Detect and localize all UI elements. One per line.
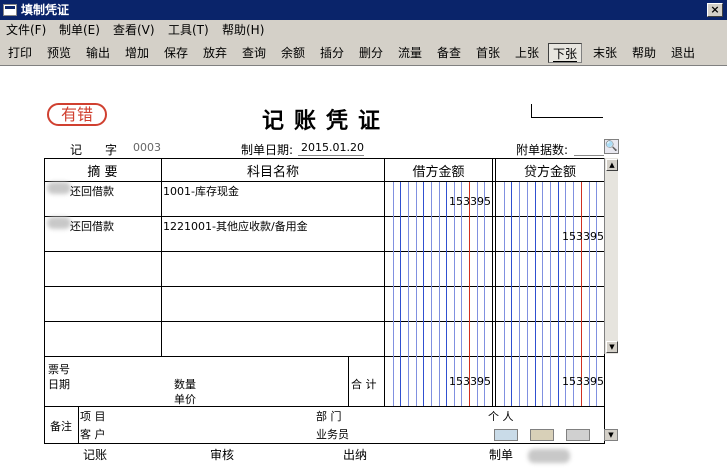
- amount-grid-line: [461, 182, 463, 406]
- cashflow-button[interactable]: 流量: [394, 43, 426, 63]
- scroll-down-icon[interactable]: ▼: [606, 341, 618, 353]
- amount-grid-line: [557, 182, 559, 406]
- row2-credit[interactable]: 153395: [496, 230, 604, 243]
- error-stamp: 有错: [47, 103, 107, 126]
- menu-file[interactable]: 文件(F): [6, 20, 46, 40]
- vertical-scrollbar[interactable]: ▲ ▼: [604, 158, 618, 354]
- delete-entry-button[interactable]: 删分: [355, 43, 387, 63]
- unit-price-label: 单价: [174, 393, 196, 406]
- next-button[interactable]: 下张: [548, 43, 582, 63]
- voucher-number[interactable]: 0003: [133, 141, 161, 154]
- calculator-icon[interactable]: [530, 429, 554, 441]
- redacted-mark: [47, 217, 71, 229]
- amount-grid-line: [392, 182, 394, 406]
- menu-view[interactable]: 查看(V): [113, 20, 155, 40]
- voucher-grid: 摘 要 科目名称 借方金额 贷方金额 还回借款 1001-库存现金 153395…: [44, 156, 620, 444]
- header-credit: 贷方金额: [523, 165, 576, 180]
- save-button[interactable]: 保存: [160, 43, 192, 63]
- customer-label: 客 户: [80, 428, 106, 441]
- menu-voucher[interactable]: 制单(E): [59, 20, 100, 40]
- row2-account[interactable]: 1221001-其他应收款/备用金: [163, 218, 308, 234]
- first-button[interactable]: 首张: [472, 43, 504, 63]
- amount-grid-line: [573, 182, 575, 406]
- amount-grid-line: [438, 182, 440, 406]
- amount-grid-line: [476, 182, 478, 406]
- salesperson-label: 业务员: [316, 428, 349, 441]
- total-label: 合 计: [351, 378, 377, 391]
- window-title: 填制凭证: [21, 3, 70, 17]
- toolbar: 打印 预览 输出 增加 保存 放弃 查询 余额 插分 删分 流量 备查 首张 上…: [0, 40, 727, 66]
- header-account: 科目名称: [246, 165, 299, 180]
- discard-button[interactable]: 放弃: [199, 43, 231, 63]
- amount-grid-line: [519, 182, 521, 406]
- amount-grid-line: [550, 182, 551, 406]
- print-button[interactable]: 打印: [4, 43, 36, 63]
- total-debit: 153395: [449, 375, 491, 388]
- signature-preparer: 制单: [489, 448, 514, 462]
- menu-tools[interactable]: 工具(T): [168, 20, 209, 40]
- scroll-up-icon[interactable]: ▲: [606, 159, 618, 171]
- export-button[interactable]: 输出: [82, 43, 114, 63]
- row2-summary[interactable]: 还回借款: [70, 218, 114, 234]
- amount-grid-line: [588, 182, 590, 406]
- amount-grid-line: [511, 182, 513, 406]
- add-button[interactable]: 增加: [121, 43, 153, 63]
- row1-account[interactable]: 1001-库存现金: [163, 183, 239, 199]
- search-icon[interactable]: 🔍: [604, 139, 619, 154]
- person-label: 个 人: [488, 410, 514, 423]
- preview-button[interactable]: 预览: [43, 43, 75, 63]
- amount-grid-line: [526, 182, 528, 406]
- dropdown-icon[interactable]: ▼: [604, 429, 618, 441]
- amount-grid-line: [423, 182, 425, 406]
- signature-bookkeeping: 记账: [83, 448, 108, 462]
- amount-grid-line: [400, 182, 402, 406]
- card-icon[interactable]: [494, 429, 518, 441]
- app-icon: [3, 4, 17, 16]
- amount-grid-line: [430, 182, 432, 406]
- title-bar: 填制凭证 ×: [0, 0, 727, 20]
- balance-button[interactable]: 余额: [277, 43, 309, 63]
- department-label: 部 门: [316, 410, 342, 423]
- last-button[interactable]: 末张: [589, 43, 621, 63]
- row1-summary[interactable]: 还回借款: [70, 183, 114, 199]
- ticket-date-label: 日期: [48, 378, 70, 391]
- redacted-preparer-name: [528, 449, 570, 463]
- amount-grid-line: [503, 182, 505, 406]
- quantity-label: 数量: [174, 378, 196, 391]
- exit-button[interactable]: 退出: [667, 43, 699, 63]
- amount-grid-line: [484, 182, 486, 406]
- signature-cashier: 出纳: [343, 448, 368, 462]
- amount-grid-line: [542, 182, 544, 406]
- amount-grid-line: [407, 182, 409, 406]
- remarks-label: 备注: [50, 420, 72, 433]
- total-credit: 153395: [562, 375, 604, 388]
- amount-grid-line: [534, 182, 536, 406]
- header-debit: 借方金额: [412, 165, 465, 180]
- amount-grid-line: [453, 182, 455, 406]
- corner-mark: [531, 104, 603, 118]
- row1-debit[interactable]: 153395: [385, 195, 491, 208]
- previous-button[interactable]: 上张: [511, 43, 543, 63]
- insert-entry-button[interactable]: 插分: [316, 43, 348, 63]
- voucher-date[interactable]: 2015.01.20: [301, 141, 364, 154]
- amount-grid-line: [415, 182, 417, 406]
- query-button[interactable]: 查询: [238, 43, 270, 63]
- header-summary: 摘 要: [87, 165, 118, 180]
- voucher-title: 记账凭证: [262, 109, 391, 134]
- memo-button[interactable]: 备查: [433, 43, 465, 63]
- ticket-no-label: 票号: [48, 363, 70, 376]
- amount-grid-line: [580, 182, 582, 406]
- menu-bar: 文件(F) 制单(E) 查看(V) 工具(T) 帮助(H): [0, 20, 727, 40]
- help-button[interactable]: 帮助: [628, 43, 660, 63]
- amount-grid-line: [565, 182, 567, 406]
- amount-grid-line: [596, 182, 598, 406]
- amount-grid-line: [446, 182, 448, 406]
- amount-grid-line: [469, 182, 471, 406]
- redacted-mark: [47, 182, 71, 194]
- project-label: 项 目: [80, 410, 106, 423]
- signature-review: 审核: [210, 448, 235, 462]
- keyboard-icon[interactable]: [566, 429, 590, 441]
- close-button[interactable]: ×: [707, 3, 723, 17]
- menu-help[interactable]: 帮助(H): [222, 20, 264, 40]
